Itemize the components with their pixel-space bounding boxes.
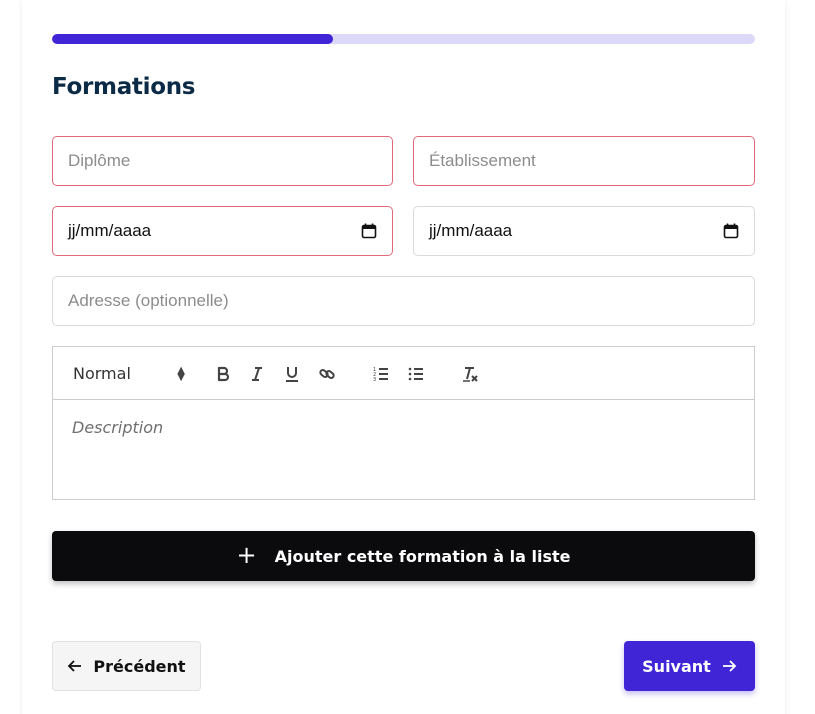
- arrow-right-icon: [721, 658, 737, 674]
- ordered-list-icon[interactable]: 123: [368, 347, 394, 400]
- end-date-input[interactable]: jj/mm/aaaa: [413, 206, 755, 256]
- address-placeholder: Adresse (optionnelle): [68, 291, 229, 310]
- calendar-icon[interactable]: [723, 223, 739, 239]
- address-input[interactable]: Adresse (optionnelle): [52, 276, 755, 326]
- add-formation-button[interactable]: + Ajouter cette formation à la liste: [52, 531, 755, 581]
- underline-icon[interactable]: [279, 347, 305, 400]
- editor-placeholder: Description: [72, 418, 164, 437]
- arrow-left-icon: [67, 658, 83, 674]
- description-editor: Normal ▲ ▼ 123 Description: [52, 346, 755, 500]
- select-arrows-icon: ▲ ▼: [177, 364, 185, 383]
- institution-placeholder: Établissement: [429, 151, 536, 170]
- editor-content[interactable]: Description: [53, 400, 754, 455]
- end-date-value: jj/mm/aaaa: [429, 221, 513, 240]
- heading-select-label: Normal: [73, 364, 131, 383]
- diploma-placeholder: Diplôme: [68, 151, 131, 170]
- add-formation-label: Ajouter cette formation à la liste: [274, 546, 571, 566]
- clear-format-icon[interactable]: [457, 347, 483, 400]
- calendar-icon[interactable]: [361, 223, 377, 239]
- start-date-value: jj/mm/aaaa: [68, 221, 152, 240]
- diploma-input[interactable]: Diplôme: [52, 136, 393, 186]
- italic-icon[interactable]: [244, 347, 270, 400]
- bullet-list-icon[interactable]: [403, 347, 429, 400]
- page-title: Formations: [52, 74, 196, 100]
- institution-input[interactable]: Établissement: [413, 136, 755, 186]
- start-date-input[interactable]: jj/mm/aaaa: [52, 206, 393, 256]
- next-label: Suivant: [642, 656, 711, 676]
- previous-label: Précédent: [93, 656, 186, 676]
- heading-select[interactable]: Normal ▲ ▼: [73, 347, 185, 400]
- plus-icon: +: [236, 540, 257, 569]
- bold-icon[interactable]: [210, 347, 236, 400]
- link-icon[interactable]: [314, 347, 340, 400]
- svg-text:3: 3: [373, 377, 376, 383]
- previous-button[interactable]: Précédent: [52, 641, 201, 691]
- progress-fill: [52, 34, 334, 44]
- next-button[interactable]: Suivant: [624, 641, 755, 691]
- editor-toolbar: Normal ▲ ▼ 123: [53, 347, 754, 400]
- progress-bar: [52, 34, 755, 44]
